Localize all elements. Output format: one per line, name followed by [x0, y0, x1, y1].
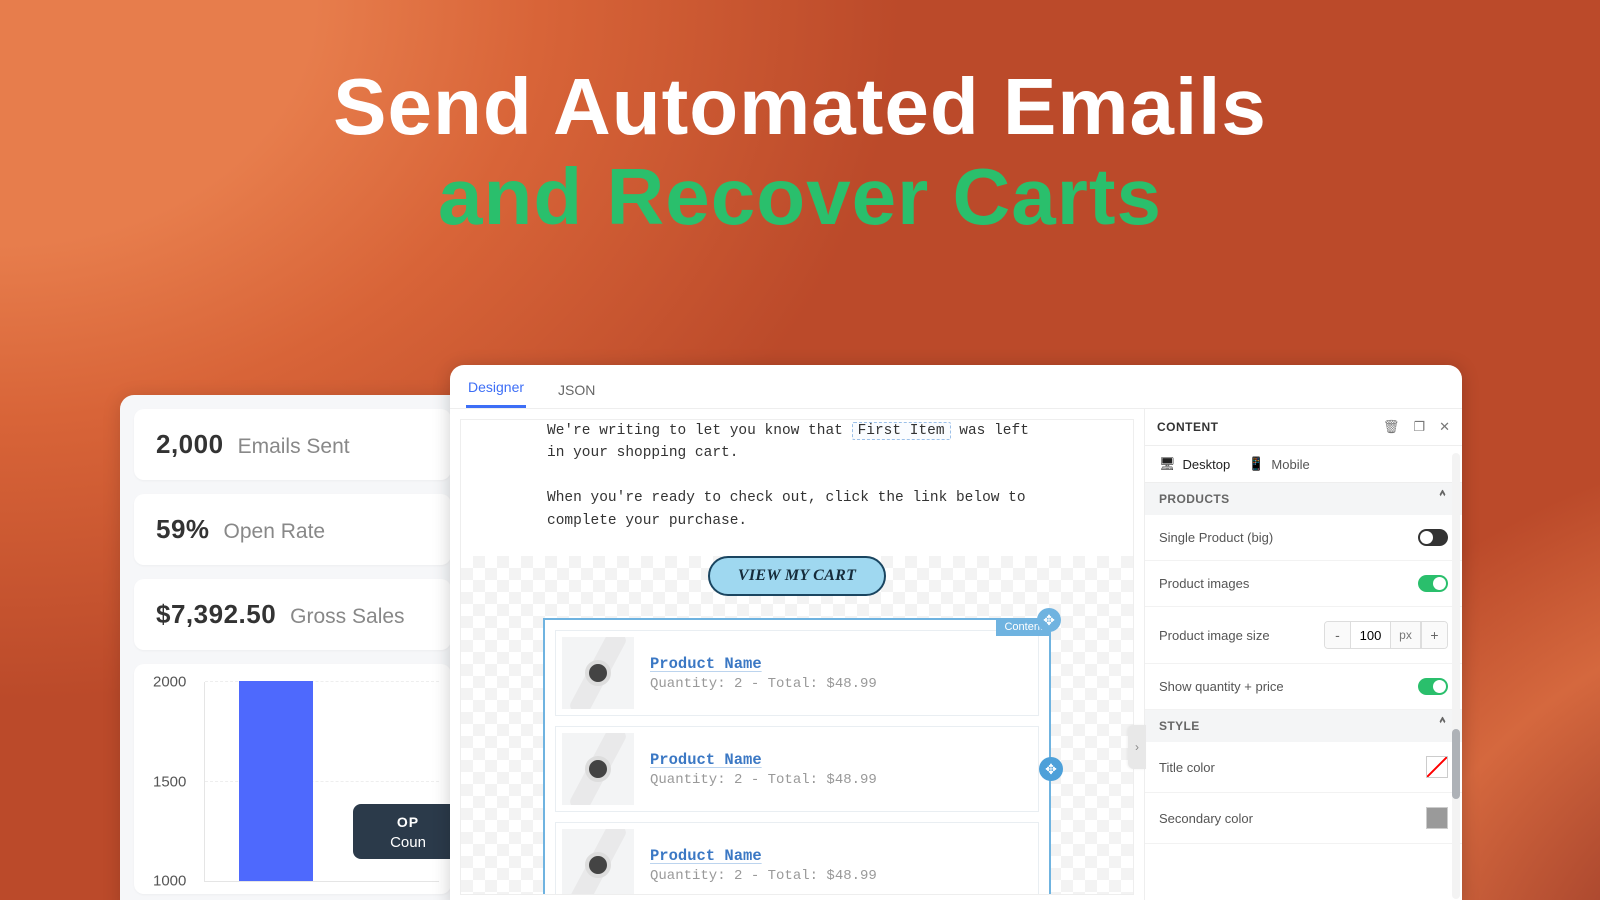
product-image	[562, 637, 634, 709]
email-text: We're writing to let you know that	[547, 423, 852, 439]
device-label: Mobile	[1271, 457, 1309, 472]
toggle-single-product[interactable]	[1418, 529, 1448, 546]
product-row[interactable]: Product Name Quantity: 2 - Total: $48.99	[555, 822, 1039, 895]
tooltip-sub: Coun	[367, 834, 449, 851]
merge-token-first-item[interactable]: First Item	[852, 422, 951, 440]
inspector-title: CONTENT	[1157, 420, 1219, 434]
stat-label: Gross Sales	[290, 605, 404, 629]
stats-panel: 2,000 Emails Sent 59% Open Rate $7,392.5…	[120, 395, 465, 900]
collapse-inspector-button[interactable]: ›	[1128, 725, 1146, 769]
color-swatch-grey[interactable]	[1426, 807, 1448, 829]
stat-card-openrate: 59% Open Rate	[134, 494, 451, 565]
content-block-selected[interactable]: Content ✥ ✥ Product Name Quantity: 2 - T…	[543, 618, 1051, 895]
unit-label: px	[1391, 622, 1421, 648]
chart-bar	[239, 681, 313, 881]
image-size-input[interactable]	[1351, 622, 1391, 648]
delete-icon[interactable]: 🗑	[1383, 419, 1400, 435]
chevron-up-icon: ⌃	[1438, 713, 1448, 738]
product-meta: Quantity: 2 - Total: $48.99	[650, 772, 877, 788]
section-label: STYLE	[1159, 719, 1200, 733]
device-mobile[interactable]: 📱 Mobile	[1248, 456, 1309, 472]
product-image	[562, 829, 634, 895]
stat-card-emails: 2,000 Emails Sent	[134, 409, 451, 480]
toggle-product-images[interactable]	[1418, 575, 1448, 592]
view-cart-button[interactable]: VIEW MY CART	[708, 556, 886, 596]
move-handle-icon[interactable]: ✥	[1037, 608, 1061, 632]
inspector-panel: CONTENT 🗑 ❐ ✕ 🖥 Desktop 📱 Mobile	[1144, 409, 1462, 900]
scrollbar-thumb[interactable]	[1452, 729, 1460, 799]
section-products[interactable]: PRODUCTS ⌃	[1145, 483, 1462, 515]
stat-label: Open Rate	[224, 520, 326, 544]
hero-line-2: and Recover Carts	[0, 155, 1600, 239]
ytick: 2000	[153, 674, 186, 691]
section-style[interactable]: STYLE ⌃	[1145, 710, 1462, 742]
prop-product-images: Product images	[1159, 576, 1249, 591]
desktop-icon: 🖥	[1159, 456, 1176, 472]
stat-card-gross: $7,392.50 Gross Sales	[134, 579, 451, 650]
bar-chart: 2000 1500 1000 OP Coun	[204, 682, 439, 882]
stat-label: Emails Sent	[238, 435, 350, 459]
prop-image-size: Product image size	[1159, 628, 1270, 643]
prop-title-color: Title color	[1159, 760, 1215, 775]
toggle-qty-price[interactable]	[1418, 678, 1448, 695]
hero-line-1: Send Automated Emails	[0, 65, 1600, 149]
mobile-icon: 📱	[1248, 456, 1264, 472]
tab-json[interactable]: JSON	[556, 372, 597, 408]
ytick: 1500	[153, 773, 186, 790]
scrollbar-track[interactable]	[1452, 453, 1460, 899]
chevron-right-icon: ›	[1135, 740, 1139, 754]
stat-value: 2,000	[156, 429, 224, 460]
stat-value: 59%	[156, 514, 210, 545]
product-meta: Quantity: 2 - Total: $48.99	[650, 868, 877, 884]
chart-card: 2000 1500 1000 OP Coun	[134, 664, 451, 894]
decrement-button[interactable]: -	[1325, 622, 1351, 648]
duplicate-icon[interactable]: ❐	[1413, 419, 1425, 435]
product-title: Product Name	[650, 847, 877, 865]
tab-bar: Designer JSON	[450, 365, 1462, 409]
product-row[interactable]: Product Name Quantity: 2 - Total: $48.99	[555, 726, 1039, 812]
prop-show-qty-price: Show quantity + price	[1159, 679, 1284, 694]
email-text: When you're ready to check out, click th…	[547, 490, 1026, 528]
close-icon[interactable]: ✕	[1439, 419, 1450, 435]
prop-secondary-color: Secondary color	[1159, 811, 1253, 826]
chevron-up-icon: ⌃	[1438, 486, 1448, 511]
product-title: Product Name	[650, 655, 877, 673]
device-desktop[interactable]: 🖥 Desktop	[1159, 456, 1230, 472]
stat-value: $7,392.50	[156, 599, 276, 630]
color-swatch-none[interactable]	[1426, 756, 1448, 778]
increment-button[interactable]: +	[1421, 622, 1447, 648]
device-label: Desktop	[1183, 457, 1231, 472]
drag-handle-icon[interactable]: ✥	[1039, 757, 1063, 781]
image-size-stepper[interactable]: - px +	[1324, 621, 1448, 649]
tab-designer[interactable]: Designer	[466, 369, 526, 408]
ytick: 1000	[153, 873, 186, 890]
product-image	[562, 733, 634, 805]
designer-panel: Designer JSON We're writing to let you k…	[450, 365, 1462, 900]
product-meta: Quantity: 2 - Total: $48.99	[650, 676, 877, 692]
product-title: Product Name	[650, 751, 877, 769]
section-label: PRODUCTS	[1159, 492, 1230, 506]
chart-tooltip: OP Coun	[353, 804, 451, 859]
product-row[interactable]: Product Name Quantity: 2 - Total: $48.99	[555, 630, 1039, 716]
email-canvas[interactable]: We're writing to let you know that First…	[460, 419, 1134, 895]
tooltip-title: OP	[367, 814, 449, 830]
prop-single-product: Single Product (big)	[1159, 530, 1273, 545]
